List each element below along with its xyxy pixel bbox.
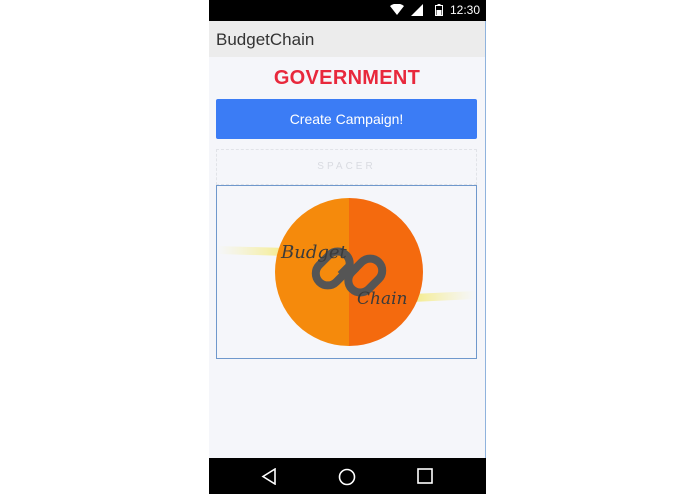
flare-right <box>412 291 476 302</box>
recents-icon[interactable] <box>417 468 433 484</box>
battery-icon <box>435 4 443 16</box>
wifi-icon <box>390 4 404 15</box>
create-campaign-button[interactable]: Create Campaign! <box>216 99 477 139</box>
spacer-placeholder: SPACER <box>216 149 477 185</box>
main-content: GOVERNMENT Create Campaign! SPACER Budge… <box>209 57 486 458</box>
navigation-bar <box>209 458 486 494</box>
app-title: BudgetChain <box>216 30 315 49</box>
back-icon[interactable] <box>261 468 277 485</box>
logo-image-frame: Budget Chain <box>216 185 477 359</box>
budgetchain-logo: Budget Chain <box>217 198 476 346</box>
signal-icon <box>411 4 423 16</box>
home-icon[interactable] <box>338 468 356 486</box>
logo-word-budget: Budget <box>280 242 348 263</box>
flare-left <box>217 246 287 256</box>
status-bar: 12:30 <box>209 0 486 21</box>
page-heading: GOVERNMENT <box>273 67 421 89</box>
phone-screen: 12:30 BudgetChain GOVERNMENT Create Camp… <box>209 0 486 494</box>
status-time: 12:30 <box>449 3 480 17</box>
app-bar: BudgetChain <box>209 21 486 58</box>
logo-word-chain: Chain <box>357 289 407 309</box>
